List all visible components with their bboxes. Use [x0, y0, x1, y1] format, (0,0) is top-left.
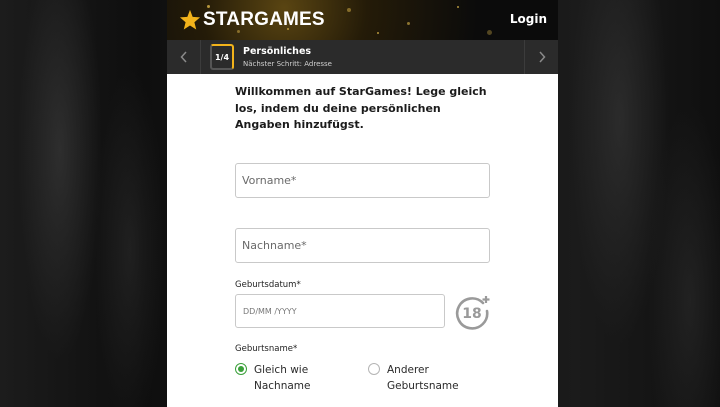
last-name-placeholder: Nachname* — [242, 239, 307, 252]
brand-name: STARGAMES — [203, 9, 325, 30]
radio-button-checked[interactable] — [235, 363, 247, 375]
radio-same-as-last-name[interactable]: Gleich wie Nachname — [235, 362, 334, 394]
welcome-message: Willkommen auf StarGames! Lege gleich lo… — [235, 85, 487, 131]
age-18-plus-icon: 18 — [455, 296, 490, 330]
birthdate-label: Geburtsdatum* — [235, 280, 301, 290]
next-step-button[interactable] — [524, 40, 558, 74]
chevron-left-icon — [179, 51, 187, 63]
first-name-placeholder: Vorname* — [242, 174, 297, 187]
sparkle-decoration — [347, 8, 351, 12]
radio-label-same: Gleich wie Nachname — [254, 364, 311, 392]
registration-stepper: 1/4 Persönliches Nächster Schritt: Adres… — [167, 40, 558, 74]
first-name-field[interactable]: Vorname* — [235, 163, 490, 198]
birth-name-label: Geburtsname* — [235, 344, 298, 354]
step-progress-badge: 1/4 — [210, 44, 234, 70]
star-icon — [179, 9, 201, 30]
radio-label-other: Anderer Geburtsname — [387, 364, 459, 392]
birthdate-placeholder: DD/MM /YYYY — [243, 306, 297, 316]
step-indicator: 1/4 — [214, 52, 230, 62]
chevron-right-icon — [538, 51, 546, 63]
step-title: Persönliches — [243, 46, 312, 57]
registration-panel: STARGAMES Login 1/4 Persönliches Nächste… — [167, 0, 558, 407]
sparkle-decoration — [377, 32, 379, 34]
age-18-text: 18 — [462, 306, 481, 322]
login-link[interactable]: Login — [510, 12, 547, 26]
last-name-field[interactable]: Nachname* — [235, 228, 490, 263]
sparkle-decoration — [457, 6, 459, 8]
header-bar: STARGAMES Login — [167, 0, 558, 40]
radio-button-unchecked[interactable] — [368, 363, 380, 375]
radio-other-birth-name[interactable]: Anderer Geburtsname — [368, 362, 467, 394]
sparkle-decoration — [487, 30, 492, 35]
previous-step-button[interactable] — [167, 40, 201, 74]
next-step-hint: Nächster Schritt: Adresse — [243, 60, 332, 68]
birthdate-field[interactable]: DD/MM /YYYY — [235, 294, 445, 328]
sparkle-decoration — [407, 22, 410, 25]
stargames-logo[interactable]: STARGAMES — [179, 6, 325, 34]
